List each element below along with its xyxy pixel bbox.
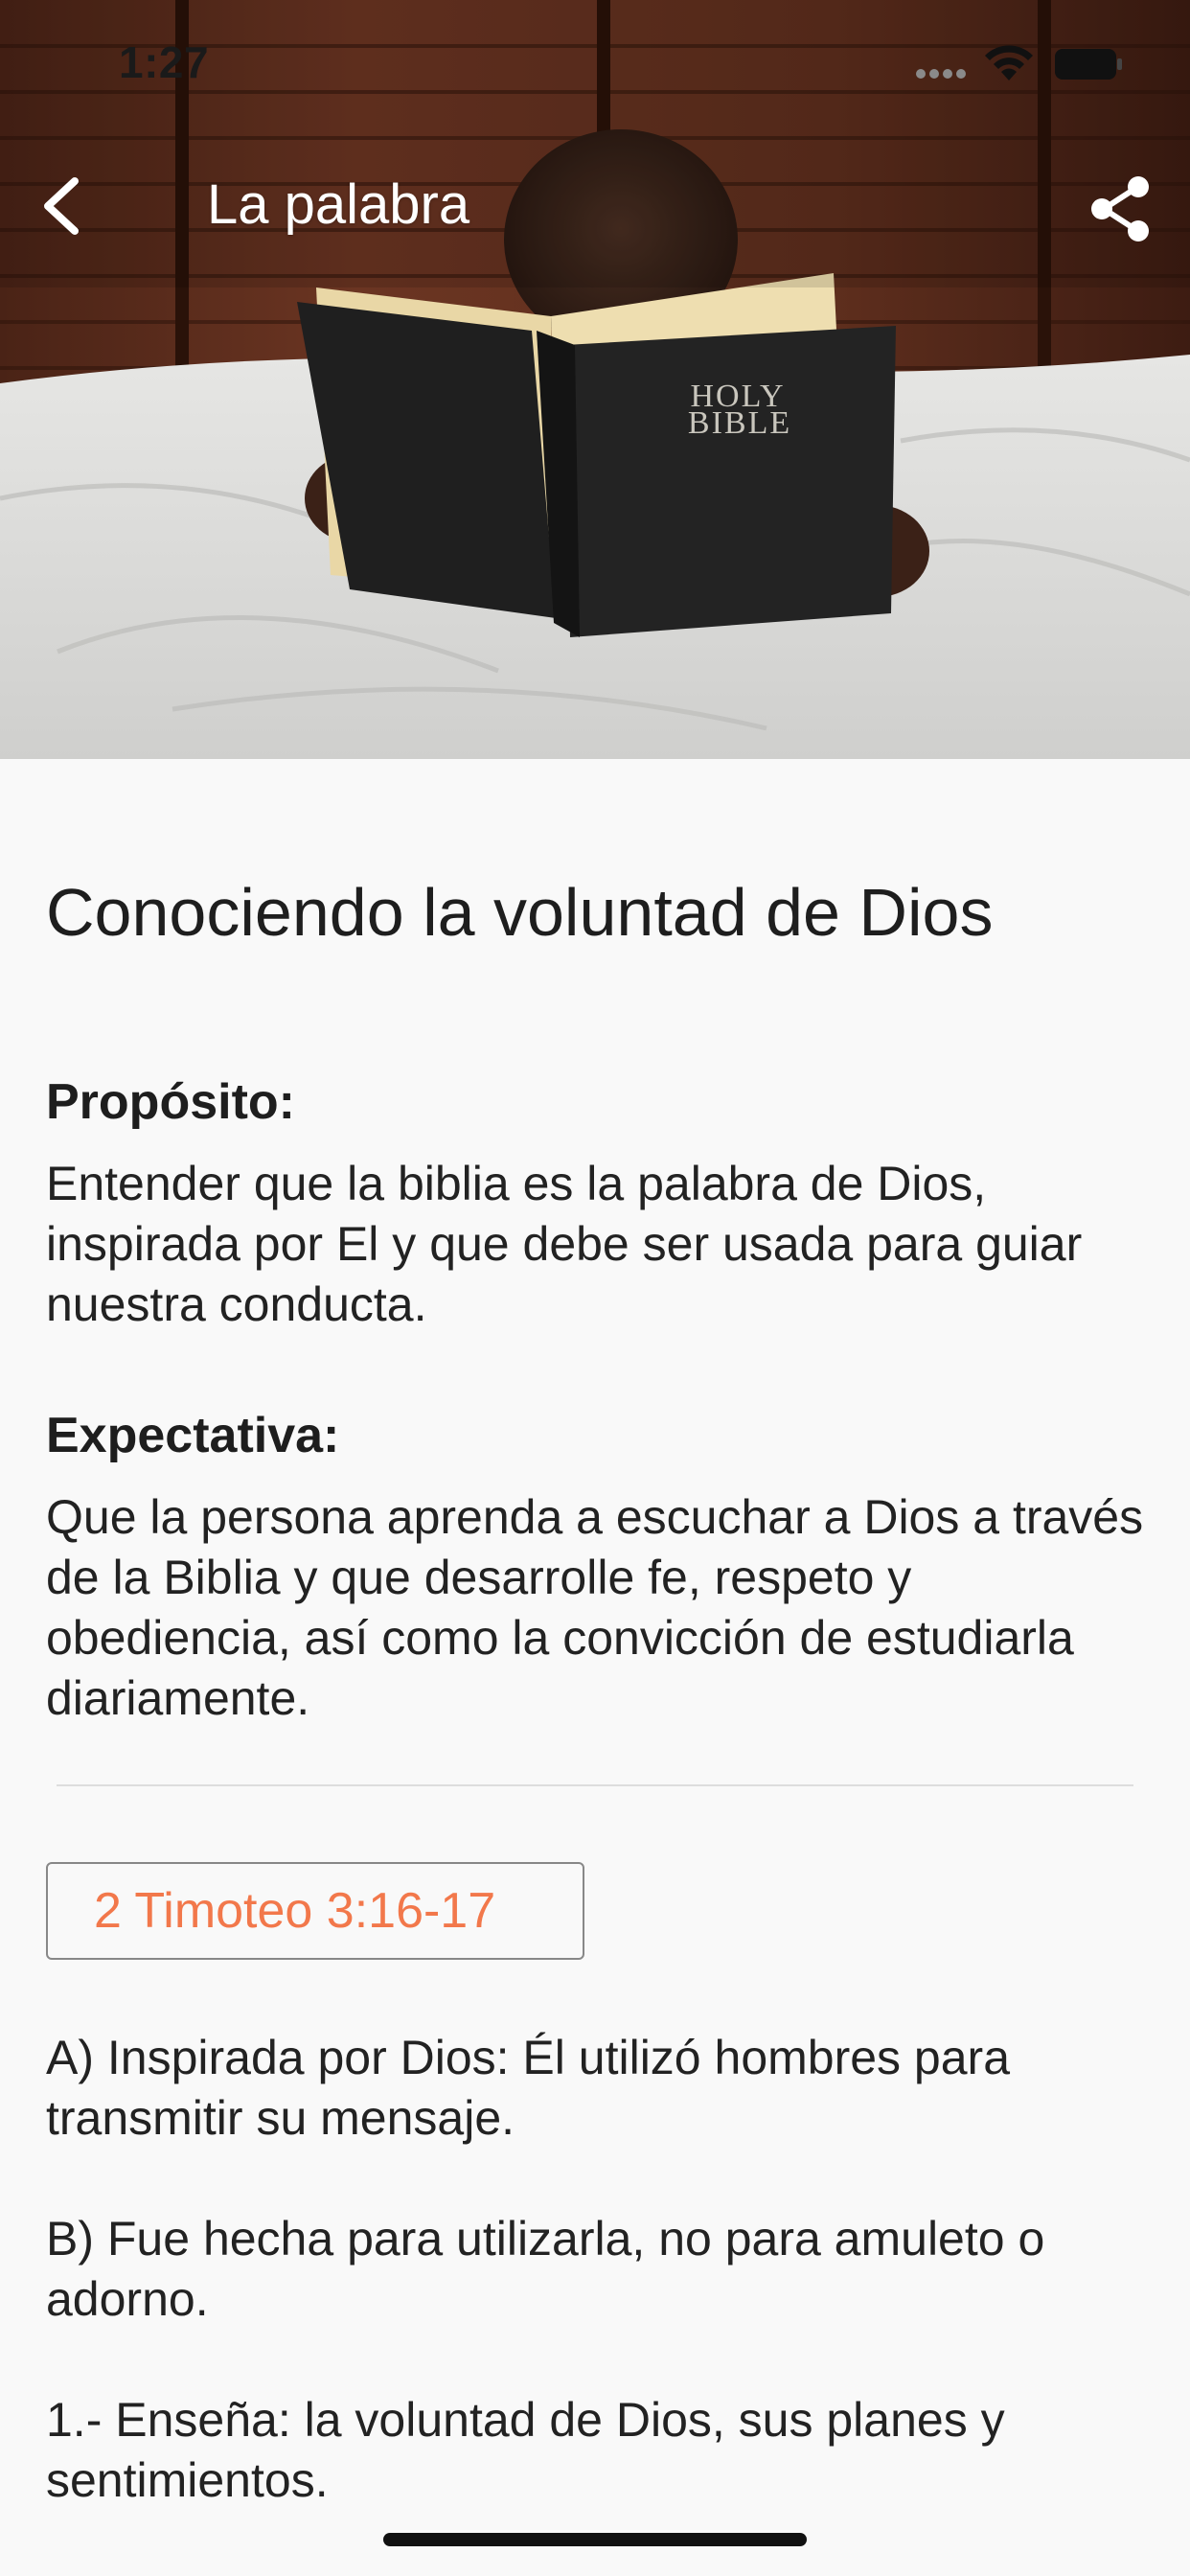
purpose-body: Entender que la biblia es la palabra de … [46, 1157, 1083, 1331]
verse-reference-button[interactable]: 2 Timoteo 3:16-17 [46, 1862, 584, 1960]
list-item: B) Fue hecha para utilizarla, no para am… [46, 2212, 1045, 2326]
list-item: 1.- Enseña: la voluntad de Dios, sus pla… [46, 2393, 1005, 2507]
screen: HOLY BIBLE 1:27 La palabra Conociendo la… [0, 0, 1190, 2576]
expectation-heading: Expectativa: [46, 1408, 340, 1463]
status-time: 1:27 [119, 37, 210, 87]
expectation-body: Que la persona aprenda a escuchar a Dios… [46, 1490, 1144, 1725]
list-item: A) Inspirada por Dios: Él utilizó hombre… [46, 2031, 1011, 2145]
home-indicator[interactable] [383, 2533, 807, 2546]
article-title: Conociendo la voluntad de Dios [46, 875, 994, 950]
battery-icon [1054, 48, 1123, 85]
wifi-icon [983, 44, 1035, 87]
status-bar: 1:27 [0, 0, 1190, 129]
purpose-heading: Propósito: [46, 1074, 295, 1130]
share-button[interactable] [1087, 174, 1156, 243]
share-icon [1091, 176, 1149, 242]
cellular-signal-icon [915, 67, 969, 84]
chevron-left-icon [44, 177, 79, 235]
divider [57, 1784, 1133, 1786]
back-button[interactable] [34, 168, 96, 244]
book-cover-text-bible: BIBLE [688, 405, 791, 441]
nav-title: La palabra [207, 173, 470, 236]
